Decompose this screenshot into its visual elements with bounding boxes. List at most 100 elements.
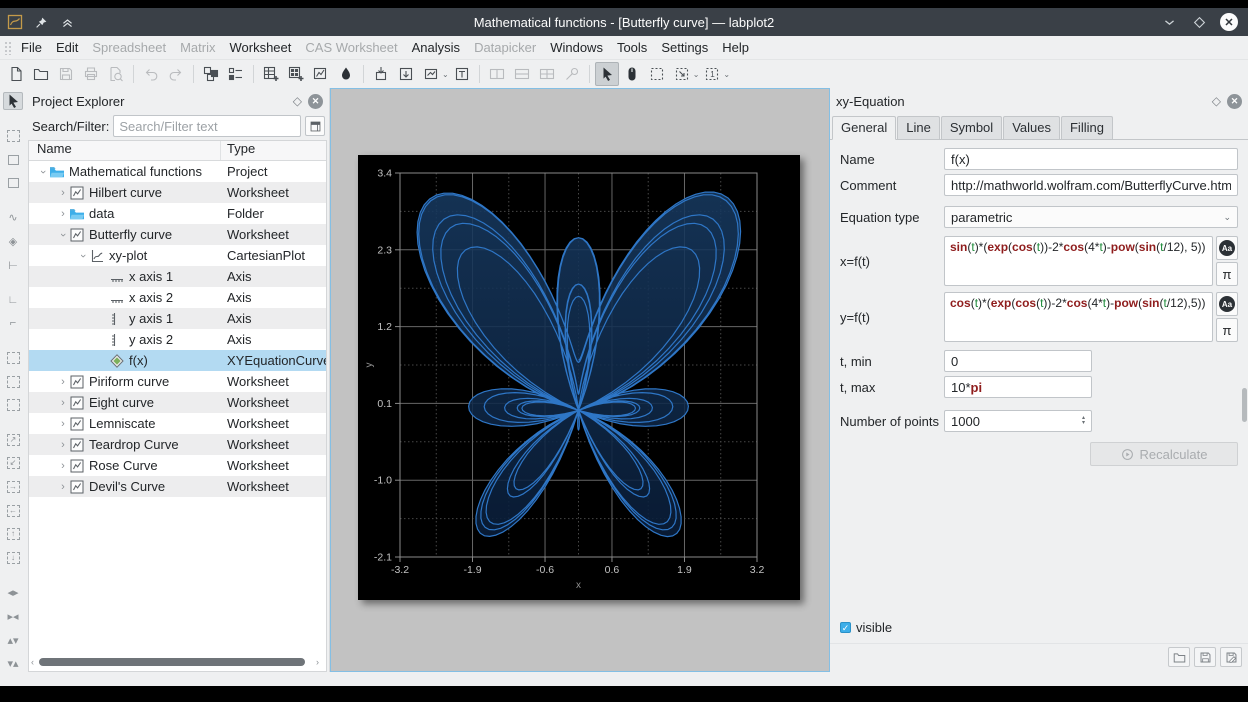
add-text-label-button[interactable]: [450, 62, 474, 86]
expander-icon[interactable]: ›: [57, 229, 69, 241]
add-horizontal-axis-icon[interactable]: ∟: [3, 291, 23, 308]
float-dock-icon[interactable]: ◇: [293, 94, 302, 108]
menu-tools[interactable]: Tools: [610, 37, 654, 58]
save-template-button[interactable]: [1194, 647, 1216, 667]
menu-analysis[interactable]: Analysis: [405, 37, 467, 58]
tree-header[interactable]: Name Type: [29, 141, 326, 161]
tab-line[interactable]: Line: [897, 116, 940, 140]
tab-general[interactable]: General: [832, 116, 896, 140]
float-dock-icon[interactable]: ◇: [1212, 94, 1221, 108]
menu-settings[interactable]: Settings: [654, 37, 715, 58]
x-equation-field[interactable]: sin(t)*(exp(cos(t))-2*cos(4*t)-pow(sin(t…: [944, 236, 1213, 286]
expander-icon[interactable]: ›: [57, 187, 69, 199]
magnification-button[interactable]: 1: [700, 62, 724, 86]
menu-windows[interactable]: Windows: [543, 37, 610, 58]
zoom-in-icon[interactable]: ↗: [3, 431, 23, 448]
expander-icon[interactable]: ›: [57, 481, 69, 493]
expander-icon[interactable]: ›: [57, 397, 69, 409]
zoom-select-y-icon[interactable]: [3, 397, 23, 414]
tree-row[interactable]: ›Mathematical functionsProject: [29, 161, 326, 182]
new-matrix-button[interactable]: [284, 62, 308, 86]
menu-worksheet[interactable]: Worksheet: [222, 37, 298, 58]
select-mode-icon[interactable]: [3, 92, 23, 110]
tree-row[interactable]: ›Piriform curveWorksheet: [29, 371, 326, 392]
tree-row[interactable]: ›Teardrop CurveWorksheet: [29, 434, 326, 455]
worksheet-view[interactable]: -3.2-1.9-0.60.61.93.23.42.31.20.1-1.0-2.…: [330, 88, 830, 672]
tmax-field[interactable]: 10*pi: [944, 376, 1092, 398]
menu-help[interactable]: Help: [715, 37, 756, 58]
zoom-out-y-icon[interactable]: ▾▴: [3, 655, 23, 672]
tree-row[interactable]: ›Butterfly curveWorksheet: [29, 224, 326, 245]
shift-left-icon[interactable]: ←: [3, 502, 23, 519]
spinner-arrows-icon[interactable]: ▴▾: [1082, 416, 1085, 426]
shade-chevron-icon[interactable]: [1160, 13, 1178, 31]
save-as-template-button[interactable]: [1220, 647, 1242, 667]
insert-constant-button[interactable]: π: [1216, 318, 1238, 342]
menu-edit[interactable]: Edit: [49, 37, 85, 58]
equation-type-select[interactable]: parametric ⌄: [944, 206, 1238, 228]
comment-field[interactable]: [951, 178, 1231, 193]
zoom-fit-button-dropdown-icon[interactable]: ⌄: [693, 70, 700, 79]
pin-icon[interactable]: [32, 13, 50, 31]
zoom-fit-icon[interactable]: ↙: [3, 455, 23, 472]
tree-row[interactable]: ›LemniscateWorksheet: [29, 413, 326, 434]
expander-icon[interactable]: ›: [57, 418, 69, 430]
zoom-in-y-icon[interactable]: ▴▾: [3, 632, 23, 649]
collapse-toolbar-icon[interactable]: [58, 13, 76, 31]
node-horizontal-icon[interactable]: [3, 151, 23, 168]
navigate-mode-button[interactable]: [620, 62, 644, 86]
zoom-select-region-icon[interactable]: [3, 350, 23, 367]
visible-checkbox[interactable]: ✓: [840, 622, 851, 633]
points-stepper[interactable]: 1000 ▴▾: [944, 410, 1092, 432]
open-project-button[interactable]: [29, 62, 53, 86]
search-input[interactable]: [113, 115, 301, 137]
tree-row[interactable]: x axis 1Axis: [29, 266, 326, 287]
new-spreadsheet-button[interactable]: [259, 62, 283, 86]
close-icon[interactable]: ✕: [1220, 13, 1238, 31]
import-data-button[interactable]: [394, 62, 418, 86]
tab-values[interactable]: Values: [1003, 116, 1060, 140]
insert-function-button[interactable]: Aa: [1216, 292, 1238, 316]
insert-function-button[interactable]: Aa: [1216, 236, 1238, 260]
close-dock-icon[interactable]: ✕: [1227, 94, 1242, 109]
tree-row[interactable]: ›Devil's CurveWorksheet: [29, 476, 326, 497]
zoom-out-x-icon[interactable]: ▸◂: [3, 608, 23, 625]
tree-row[interactable]: ›dataFolder: [29, 203, 326, 224]
menu-file[interactable]: File: [14, 37, 49, 58]
node-vertical-icon[interactable]: [3, 175, 23, 192]
add-legend-icon[interactable]: ⊢: [3, 257, 23, 274]
crosshair-mode-icon[interactable]: [3, 128, 23, 145]
tab-filling[interactable]: Filling: [1061, 116, 1113, 140]
zoom-select-mode-button[interactable]: [645, 62, 669, 86]
tree-row[interactable]: ›Rose CurveWorksheet: [29, 455, 326, 476]
new-datapicker-button[interactable]: [334, 62, 358, 86]
tree-row[interactable]: ›Eight curveWorksheet: [29, 392, 326, 413]
new-worksheet-button[interactable]: [309, 62, 333, 86]
expander-icon[interactable]: ›: [57, 460, 69, 472]
expander-icon[interactable]: ›: [57, 376, 69, 388]
magnification-button-dropdown-icon[interactable]: ⌄: [723, 70, 730, 79]
expander-icon[interactable]: ›: [77, 250, 89, 262]
insert-constant-button[interactable]: π: [1216, 262, 1238, 286]
tree-row[interactable]: x axis 2Axis: [29, 287, 326, 308]
y-equation-field[interactable]: cos(t)*(exp(cos(t))-2*cos(4*t)-pow(sin(t…: [944, 292, 1213, 342]
tree-row[interactable]: ›Hilbert curveWorksheet: [29, 182, 326, 203]
add-equation-curve-icon[interactable]: ◈: [3, 233, 23, 250]
add-vertical-axis-icon[interactable]: ⌐: [3, 315, 23, 332]
tree-row[interactable]: ›xy-plotCartesianPlot: [29, 245, 326, 266]
select-mode-button[interactable]: [595, 62, 619, 86]
add-xy-curve-icon[interactable]: ∿: [3, 210, 23, 227]
shift-right-icon[interactable]: →: [3, 479, 23, 496]
properties-vertical-scrollbar[interactable]: [1242, 388, 1247, 422]
name-field[interactable]: [951, 152, 1231, 167]
shift-down-icon[interactable]: ↓: [3, 550, 23, 567]
tree-row[interactable]: y axis 2Axis: [29, 329, 326, 350]
load-template-button[interactable]: [1168, 647, 1190, 667]
tree-row[interactable]: y axis 1Axis: [29, 308, 326, 329]
zoom-mode-button-dropdown-icon[interactable]: ⌄: [442, 70, 449, 79]
tree-column-type[interactable]: Type: [221, 141, 326, 160]
zoom-select-x-icon[interactable]: [3, 373, 23, 390]
close-dock-icon[interactable]: ✕: [308, 94, 323, 109]
new-plot-area-button[interactable]: [369, 62, 393, 86]
cartesian-plot[interactable]: -3.2-1.9-0.60.61.93.23.42.31.20.1-1.0-2.…: [358, 155, 800, 603]
